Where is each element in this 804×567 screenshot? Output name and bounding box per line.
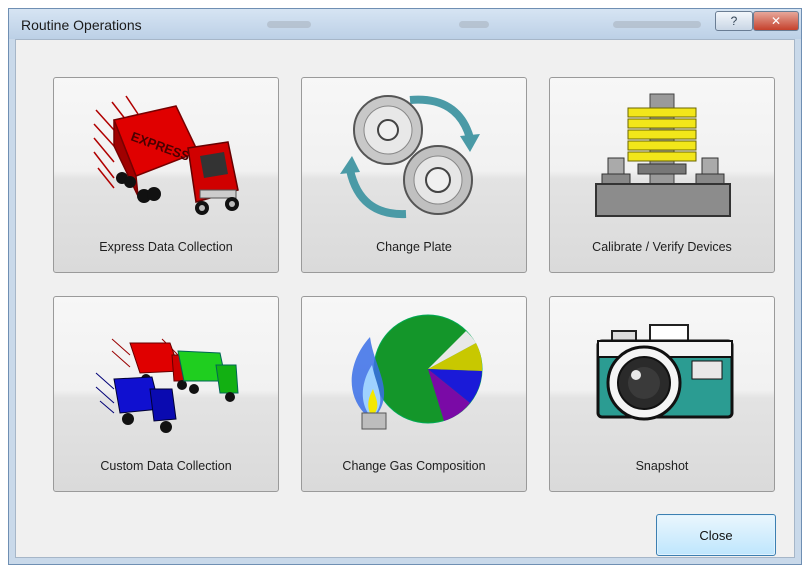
tile-label: Calibrate / Verify Devices	[592, 240, 732, 254]
routine-operations-window: Routine Operations ? ✕ EXPRESS Express D…	[8, 8, 802, 565]
title-bar: Routine Operations ? ✕	[9, 9, 801, 39]
camera-icon	[596, 324, 734, 421]
gas-flame-pie-icon	[351, 314, 483, 430]
snapshot-button[interactable]: Snapshot	[549, 296, 775, 492]
help-icon: ?	[730, 14, 738, 28]
calibration-weights-icon	[595, 93, 731, 217]
blurred-title-text	[267, 21, 311, 28]
change-plate-icon	[340, 95, 480, 219]
tile-label: Change Plate	[376, 240, 452, 254]
change-gas-composition-button[interactable]: Change Gas Composition	[301, 296, 527, 492]
calibrate-verify-devices-button[interactable]: Calibrate / Verify Devices	[549, 77, 775, 273]
tile-label: Change Gas Composition	[342, 459, 486, 473]
change-plate-button[interactable]: Change Plate	[301, 77, 527, 273]
close-button[interactable]: Close	[656, 514, 776, 556]
custom-data-collection-button[interactable]: Custom Data Collection	[53, 296, 279, 492]
window-title: Routine Operations	[21, 17, 142, 33]
tile-label: Snapshot	[635, 459, 689, 473]
blurred-title-text	[613, 21, 701, 28]
trucks-icon	[95, 338, 239, 433]
blurred-title-text	[459, 21, 489, 28]
express-data-collection-button[interactable]: EXPRESS Express Data Collection	[53, 77, 279, 273]
close-icon: ✕	[770, 14, 782, 28]
express-truck-icon: EXPRESS	[93, 95, 239, 215]
help-button[interactable]: ?	[715, 11, 753, 31]
dialog-client-area: EXPRESS Express Data Collection Change P…	[15, 39, 795, 558]
window-close-button[interactable]: ✕	[753, 11, 799, 31]
tile-label: Express Data Collection	[99, 240, 233, 254]
tile-label: Custom Data Collection	[100, 459, 232, 473]
